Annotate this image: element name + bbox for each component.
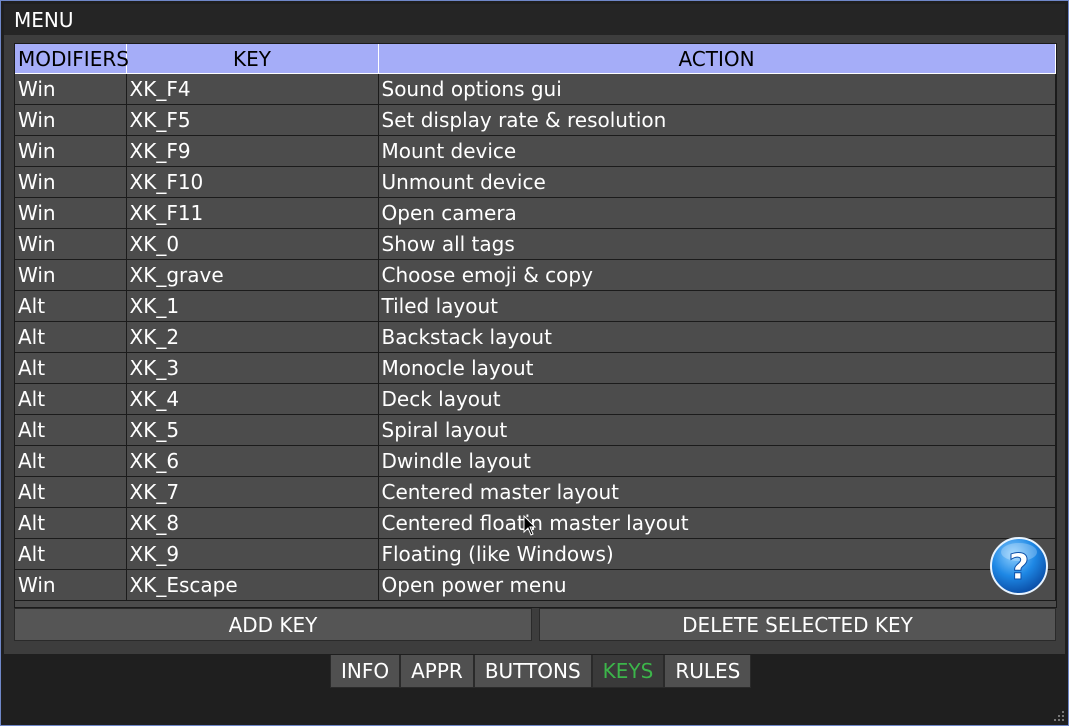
cell-key[interactable]: XK_8 bbox=[126, 507, 379, 539]
cell-modifiers[interactable]: Win bbox=[15, 569, 127, 601]
cell-action[interactable]: Floating (like Windows) bbox=[378, 538, 1056, 570]
cell-action[interactable]: Mount device bbox=[378, 135, 1056, 167]
cell-modifiers[interactable]: Win bbox=[15, 166, 127, 198]
cell-modifiers[interactable]: Alt bbox=[15, 290, 127, 322]
cell-key[interactable]: XK_9 bbox=[126, 538, 379, 570]
table-row[interactable]: Win XK_F10 Unmount device bbox=[15, 166, 1056, 198]
window: MENU MODIFIERS KEY ACTION Win XK_F4 Sound … bbox=[0, 0, 1069, 726]
cell-key[interactable]: XK_0 bbox=[126, 228, 379, 260]
help-icon[interactable]: ? bbox=[989, 536, 1049, 596]
header-action[interactable]: ACTION bbox=[378, 44, 1056, 74]
title-bar[interactable]: MENU bbox=[4, 4, 1065, 35]
cell-action[interactable]: Tiled layout bbox=[378, 290, 1056, 322]
tab-bar: INFO APPR BUTTONS KEYS RULES bbox=[330, 655, 752, 689]
cell-modifiers[interactable]: Alt bbox=[15, 476, 127, 508]
cell-key[interactable]: XK_1 bbox=[126, 290, 379, 322]
table-header-row: MODIFIERS KEY ACTION bbox=[15, 44, 1056, 74]
cell-modifiers[interactable]: Alt bbox=[15, 538, 127, 570]
table-row[interactable]: Alt XK_1 Tiled layout bbox=[15, 290, 1056, 322]
cell-modifiers[interactable]: Win bbox=[15, 73, 127, 105]
table-row[interactable]: Win XK_Escape Open power menu bbox=[15, 569, 1056, 601]
cell-modifiers[interactable]: Win bbox=[15, 197, 127, 229]
table-row[interactable]: Alt XK_6 Dwindle layout bbox=[15, 445, 1056, 477]
cell-action[interactable]: Sound options gui bbox=[378, 73, 1056, 105]
table-row[interactable]: Win XK_F5 Set display rate & resolution bbox=[15, 104, 1056, 136]
table-row[interactable]: Win XK_0 Show all tags bbox=[15, 228, 1056, 260]
table-row[interactable]: Win XK_F9 Mount device bbox=[15, 135, 1056, 167]
cell-key[interactable]: XK_Escape bbox=[126, 569, 379, 601]
cell-modifiers[interactable]: Alt bbox=[15, 414, 127, 446]
header-modifiers[interactable]: MODIFIERS bbox=[15, 44, 129, 74]
cell-action[interactable]: Unmount device bbox=[378, 166, 1056, 198]
table-row[interactable]: Win XK_F4 Sound options gui bbox=[15, 73, 1056, 105]
cell-key[interactable]: XK_grave bbox=[126, 259, 379, 291]
svg-text:?: ? bbox=[1009, 547, 1030, 588]
cell-modifiers[interactable]: Win bbox=[15, 135, 127, 167]
add-key-button[interactable]: ADD KEY bbox=[14, 608, 532, 641]
mouse-pointer-icon bbox=[523, 515, 537, 536]
cell-modifiers[interactable]: Win bbox=[15, 228, 127, 260]
table-row[interactable]: Alt XK_5 Spiral layout bbox=[15, 414, 1056, 446]
cell-key[interactable]: XK_F9 bbox=[126, 135, 379, 167]
cell-action[interactable]: Backstack layout bbox=[378, 321, 1056, 353]
resize-grip-icon[interactable] bbox=[1053, 710, 1065, 722]
header-key[interactable]: KEY bbox=[126, 44, 379, 74]
cell-key[interactable]: XK_7 bbox=[126, 476, 379, 508]
cell-modifiers[interactable]: Alt bbox=[15, 445, 127, 477]
table-row[interactable]: Alt XK_9 Floating (like Windows) bbox=[15, 538, 1056, 570]
cell-action[interactable]: Show all tags bbox=[378, 228, 1056, 260]
cell-action[interactable]: Choose emoji & copy bbox=[378, 259, 1056, 291]
cell-modifiers[interactable]: Win bbox=[15, 259, 127, 291]
cell-action[interactable]: Open power menu bbox=[378, 569, 1056, 601]
cell-action[interactable]: Open camera bbox=[378, 197, 1056, 229]
keys-panel: MODIFIERS KEY ACTION Win XK_F4 Sound optio… bbox=[4, 35, 1065, 654]
cell-key[interactable]: XK_4 bbox=[126, 383, 379, 415]
cell-key[interactable]: XK_6 bbox=[126, 445, 379, 477]
delete-selected-key-button[interactable]: DELETE SELECTED KEY bbox=[539, 608, 1056, 641]
cell-key[interactable]: XK_5 bbox=[126, 414, 379, 446]
cell-action[interactable]: Spiral layout bbox=[378, 414, 1056, 446]
tab-info[interactable]: INFO bbox=[330, 655, 401, 688]
table-row[interactable]: Alt XK_7 Centered master layout bbox=[15, 476, 1056, 508]
cell-modifiers[interactable]: Alt bbox=[15, 507, 127, 539]
cell-key[interactable]: XK_F10 bbox=[126, 166, 379, 198]
cell-key[interactable]: XK_F4 bbox=[126, 73, 379, 105]
tab-keys[interactable]: KEYS bbox=[591, 655, 665, 688]
table-row[interactable]: Alt XK_4 Deck layout bbox=[15, 383, 1056, 415]
table-row[interactable]: Alt XK_3 Monocle layout bbox=[15, 352, 1056, 384]
cell-action[interactable]: Centered master layout bbox=[378, 476, 1056, 508]
tab-appr[interactable]: APPR bbox=[400, 655, 474, 688]
cell-modifiers[interactable]: Alt bbox=[15, 383, 127, 415]
cell-key[interactable]: XK_F5 bbox=[126, 104, 379, 136]
cell-modifiers[interactable]: Alt bbox=[15, 321, 127, 353]
cell-action[interactable]: Dwindle layout bbox=[378, 445, 1056, 477]
cell-action[interactable]: Monocle layout bbox=[378, 352, 1056, 384]
cell-action[interactable]: Centered floatin master layout bbox=[378, 507, 1056, 539]
cell-modifiers[interactable]: Win bbox=[15, 104, 127, 136]
tab-buttons[interactable]: BUTTONS bbox=[473, 655, 592, 688]
cell-key[interactable]: XK_2 bbox=[126, 321, 379, 353]
cell-action[interactable]: Deck layout bbox=[378, 383, 1056, 415]
table-row[interactable]: Alt XK_2 Backstack layout bbox=[15, 321, 1056, 353]
cell-key[interactable]: XK_F11 bbox=[126, 197, 379, 229]
table-row[interactable]: Win XK_F11 Open camera bbox=[15, 197, 1056, 229]
table-row[interactable]: Win XK_grave Choose emoji & copy bbox=[15, 259, 1056, 291]
tab-rules[interactable]: RULES bbox=[664, 655, 752, 688]
cell-key[interactable]: XK_3 bbox=[126, 352, 379, 384]
cell-action[interactable]: Set display rate & resolution bbox=[378, 104, 1056, 136]
window-title: MENU bbox=[14, 8, 74, 32]
cell-modifiers[interactable]: Alt bbox=[15, 352, 127, 384]
